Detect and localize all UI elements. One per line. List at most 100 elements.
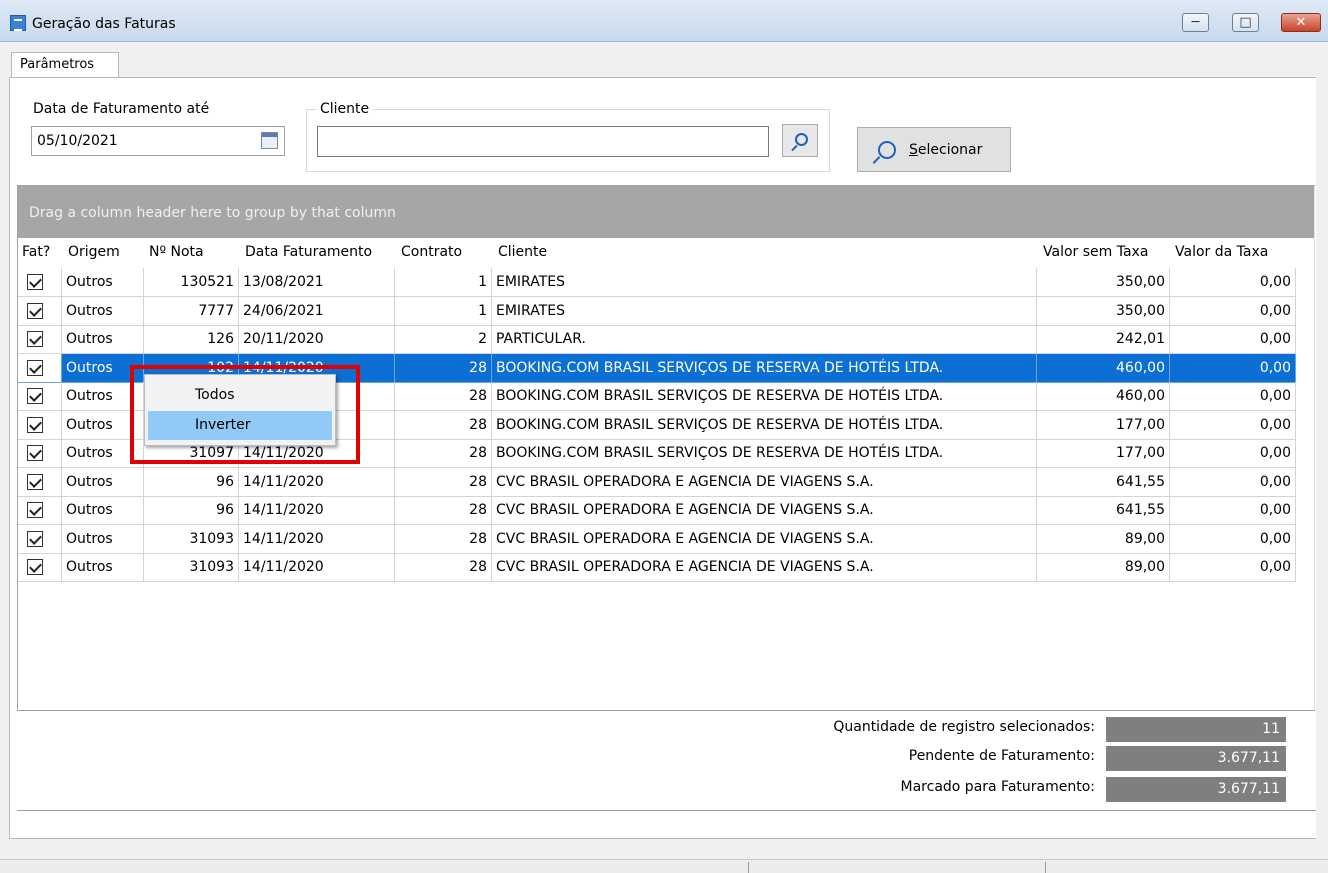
client-legend: Cliente <box>316 101 374 117</box>
fat-cell[interactable] <box>18 467 62 497</box>
fat-checkbox[interactable] <box>27 302 43 319</box>
cell-data: 24/06/2021 <box>239 296 395 326</box>
select-button[interactable]: Selecionar <box>857 127 1011 172</box>
cell-cliente: CVC BRASIL OPERADORA E AGENCIA DE VIAGEN… <box>492 553 1037 582</box>
cell-taxa: 0,00 <box>1170 410 1296 440</box>
cell-data: 14/11/2020 <box>239 467 395 497</box>
search-icon <box>795 133 808 146</box>
cell-taxa: 0,00 <box>1170 553 1296 582</box>
cell-contrato: 28 <box>395 439 492 468</box>
panel-edge <box>1316 77 1328 839</box>
table-row[interactable]: Outros 126 20/11/2020 2 PARTICULAR. 242,01 0,0… <box>18 325 1296 354</box>
client-search-button[interactable] <box>782 124 818 157</box>
column-header-origem[interactable]: Origem <box>68 244 120 260</box>
billing-date-field[interactable]: 05/10/2021 <box>31 126 285 156</box>
cell-origem: Outros <box>62 325 144 354</box>
fat-cell[interactable] <box>18 268 62 297</box>
fat-checkbox[interactable] <box>27 331 43 347</box>
cell-nota: 31093 <box>144 524 239 554</box>
fat-cell[interactable] <box>18 296 62 326</box>
close-icon: ✕ <box>1295 15 1307 30</box>
cell-contrato: 1 <box>395 268 492 297</box>
cell-cliente: PARTICULAR. <box>492 325 1037 354</box>
fat-cell[interactable] <box>18 382 62 411</box>
cell-taxa: 0,00 <box>1170 296 1296 326</box>
cell-contrato: 28 <box>395 410 492 440</box>
cell-cliente: EMIRATES <box>492 296 1037 326</box>
tab-parametros[interactable]: Parâmetros <box>11 52 119 78</box>
table-row[interactable]: Outros 31093 14/11/2020 28 CVC BRASIL OPERAD… <box>18 553 1296 582</box>
cell-origem: Outros <box>62 410 144 440</box>
column-header-fat[interactable]: Fat? <box>22 244 50 260</box>
fat-checkbox[interactable] <box>27 559 43 575</box>
client-input[interactable] <box>317 126 769 157</box>
cell-taxa: 0,00 <box>1170 496 1296 525</box>
cell-origem: Outros <box>62 296 144 326</box>
column-header-data[interactable]: Data Faturamento <box>245 244 372 260</box>
cell-taxa: 0,00 <box>1170 382 1296 411</box>
cell-taxa: 0,00 <box>1170 353 1296 383</box>
cell-valor: 350,00 <box>1037 268 1170 297</box>
cell-cliente: CVC BRASIL OPERADORA E AGENCIA DE VIAGEN… <box>492 524 1037 554</box>
table-row[interactable]: Outros 96 14/11/2020 28 CVC BRASIL OPERADORA… <box>18 467 1296 497</box>
context-menu: Todos Inverter <box>144 374 336 446</box>
column-header-cliente[interactable]: Cliente <box>498 244 547 260</box>
column-header-contrato[interactable]: Contrato <box>401 244 462 260</box>
fat-cell[interactable] <box>18 439 62 468</box>
table-row[interactable]: Outros 7777 24/06/2021 1 EMIRATES 350,00 0,00 <box>18 296 1296 326</box>
cell-taxa: 0,00 <box>1170 467 1296 497</box>
cell-contrato: 28 <box>395 496 492 525</box>
fat-checkbox[interactable] <box>27 388 43 404</box>
cell-taxa: 0,00 <box>1170 439 1296 468</box>
cell-cliente: EMIRATES <box>492 268 1037 297</box>
fat-checkbox[interactable] <box>27 274 43 290</box>
cell-cliente: BOOKING.COM BRASIL SERVIÇOS DE RESERVA D… <box>492 382 1037 411</box>
cell-taxa: 0,00 <box>1170 268 1296 297</box>
cell-valor: 89,00 <box>1037 553 1170 582</box>
cell-origem: Outros <box>62 553 144 582</box>
cell-contrato: 28 <box>395 553 492 582</box>
search-icon <box>878 141 896 159</box>
cell-taxa: 0,00 <box>1170 325 1296 354</box>
minimize-button[interactable]: ─ <box>1182 13 1209 32</box>
fat-checkbox[interactable] <box>27 473 43 490</box>
cell-cliente: CVC BRASIL OPERADORA E AGENCIA DE VIAGEN… <box>492 496 1037 525</box>
menu-item-inverter[interactable]: Inverter <box>148 411 332 440</box>
fat-cell[interactable] <box>18 524 62 554</box>
close-button[interactable]: ✕ <box>1281 13 1321 32</box>
date-label: Data de Faturamento até <box>33 101 210 117</box>
fat-checkbox[interactable] <box>27 530 43 547</box>
column-header-taxa[interactable]: Valor da Taxa <box>1175 244 1268 260</box>
cell-nota: 7777 <box>144 296 239 326</box>
cell-valor: 350,00 <box>1037 296 1170 326</box>
pending-value: 3.677,11 <box>1106 746 1286 771</box>
column-header-nota[interactable]: Nº Nota <box>149 244 204 260</box>
marked-label: Marcado para Faturamento: <box>900 779 1095 795</box>
group-by-panel[interactable]: Drag a column header here to group by th… <box>18 186 1314 238</box>
fat-cell[interactable] <box>18 353 62 383</box>
fat-cell[interactable] <box>18 410 62 440</box>
cell-contrato: 28 <box>395 524 492 554</box>
maximize-button[interactable]: □ <box>1232 13 1259 32</box>
fat-checkbox[interactable] <box>27 502 43 518</box>
menu-item-todos[interactable]: Todos <box>148 381 332 410</box>
fat-checkbox[interactable] <box>27 359 43 376</box>
cell-valor: 641,55 <box>1037 467 1170 497</box>
table-row[interactable]: Outros 31093 14/11/2020 28 CVC BRASIL OPERAD… <box>18 524 1296 554</box>
table-row[interactable]: Outros 130521 13/08/2021 1 EMIRATES 350,00 0,0… <box>18 268 1296 297</box>
cell-data: 14/11/2020 <box>239 553 395 582</box>
fat-checkbox[interactable] <box>27 445 43 461</box>
title-bar: Geração das Faturas ─ □ ✕ <box>0 0 1328 42</box>
calendar-icon[interactable] <box>261 132 278 149</box>
fat-checkbox[interactable] <box>27 416 43 433</box>
cell-cliente: BOOKING.COM BRASIL SERVIÇOS DE RESERVA D… <box>492 353 1037 383</box>
cell-cliente: BOOKING.COM BRASIL SERVIÇOS DE RESERVA D… <box>492 410 1037 440</box>
cell-taxa: 0,00 <box>1170 524 1296 554</box>
column-header-valor[interactable]: Valor sem Taxa <box>1043 244 1148 260</box>
cell-origem: Outros <box>62 496 144 525</box>
fat-cell[interactable] <box>18 553 62 582</box>
fat-cell[interactable] <box>18 496 62 525</box>
cell-data: 14/11/2020 <box>239 496 395 525</box>
fat-cell[interactable] <box>18 325 62 354</box>
table-row[interactable]: Outros 96 14/11/2020 28 CVC BRASIL OPERADORA… <box>18 496 1296 525</box>
